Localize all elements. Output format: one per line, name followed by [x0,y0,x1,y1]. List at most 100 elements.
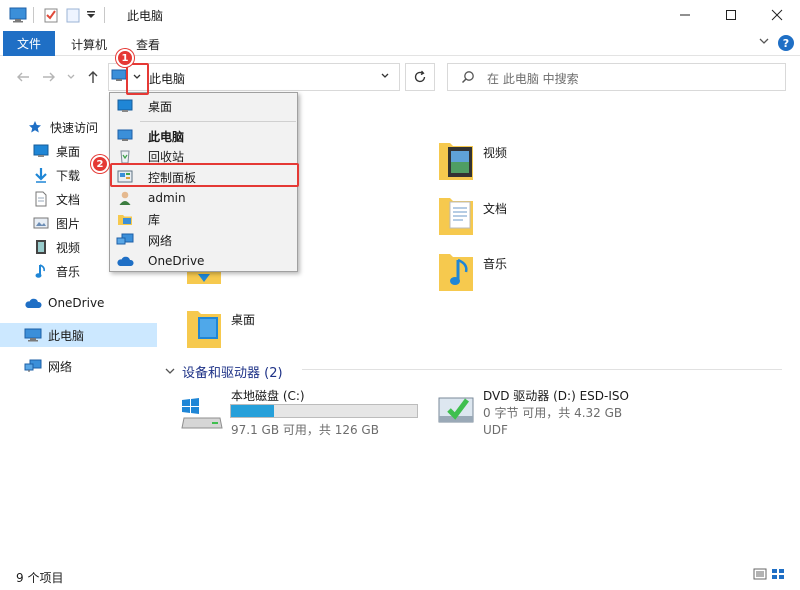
back-arrow-icon[interactable] [14,68,32,86]
star-icon [26,119,44,135]
sidebar-label: 音乐 [56,264,81,279]
video-folder-icon [439,143,473,180]
document-icon [32,191,50,207]
expand-ribbon-chevron-icon[interactable] [758,35,770,50]
local-disk-icon[interactable] [180,396,224,435]
close-button[interactable] [754,0,800,30]
highlight-box-dropdown [126,63,149,95]
sidebar-item-network[interactable]: 网络 [24,355,72,377]
sidebar-item-onedrive[interactable]: OneDrive [24,292,104,314]
computer-icon [111,69,127,86]
menu-item-this-pc[interactable]: 此电脑 [110,126,297,146]
menu-label: 此电脑 [148,129,185,144]
devices-section-header[interactable]: 设备和驱动器 (2) [164,361,283,381]
tab-view[interactable]: 查看 [136,36,160,53]
menu-separator [140,121,296,122]
desktop-folder-icon [187,311,221,348]
address-chevron-icon[interactable] [380,70,390,84]
menu-item-libraries[interactable]: 库 [110,209,297,229]
network-icon [24,358,42,374]
download-arrow-icon [32,167,50,183]
section-title: 设备和驱动器 (2) [182,365,283,381]
menu-label: 回收站 [148,149,185,164]
sidebar-label: 快速访问 [50,120,99,135]
folder-label: 桌面 [231,313,256,327]
divider [302,369,782,370]
forward-arrow-icon[interactable] [40,68,58,86]
drive-usage-fill [231,405,274,417]
computer-icon [116,128,134,144]
cloud-icon [24,295,42,311]
sidebar-label: 图片 [56,216,81,231]
refresh-button[interactable] [405,63,435,91]
drive-filesystem: UDF [483,423,508,437]
folder-label: 音乐 [483,257,508,271]
desktop-icon [32,143,50,159]
menu-item-admin[interactable]: admin [110,188,297,208]
menu-label: 网络 [148,233,173,248]
separator [33,7,34,23]
documents-folder-icon [439,198,473,235]
folder-documents[interactable] [438,190,474,240]
sidebar-item-pictures[interactable]: 图片 [32,212,147,234]
new-folder-icon[interactable] [63,6,83,24]
window-title: 此电脑 [127,9,164,23]
details-view-icon[interactable] [753,568,767,583]
sidebar-item-desktop[interactable]: 桌面 [32,140,147,162]
recycle-bin-icon [116,148,134,164]
address-path: 此电脑 [149,72,186,86]
highlight-box-control-panel [110,163,299,187]
sidebar-item-quick-access[interactable]: 快速访问 [26,116,98,138]
video-icon [32,239,50,255]
sidebar-label: 文档 [56,192,81,207]
sidebar-item-downloads[interactable]: 下载 [32,164,147,186]
folder-desktop[interactable] [186,303,222,353]
library-icon [116,211,134,227]
menu-item-network[interactable]: 网络 [110,230,297,250]
collapse-chevron-icon [165,368,175,374]
user-icon [116,190,134,206]
music-folder-icon [439,254,473,291]
large-icons-view-icon[interactable] [771,568,785,583]
sidebar-item-this-pc[interactable]: 此电脑 [24,324,84,346]
search-icon [461,70,475,87]
pictures-icon [32,215,50,231]
menu-label: OneDrive [148,254,205,268]
cloud-icon [116,253,134,269]
music-note-icon [32,263,50,279]
drive-free-space: 97.1 GB 可用，共 126 GB [231,423,379,437]
drive-name: DVD 驱动器 (D:) ESD-ISO [483,389,629,403]
sidebar-item-music[interactable]: 音乐 [32,260,80,282]
sidebar-label: 网络 [48,359,73,374]
maximize-button[interactable] [708,0,754,30]
download-folder-icon [186,272,222,291]
separator [104,7,105,23]
sidebar-label: 桌面 [56,144,81,159]
menu-label: 桌面 [148,99,173,114]
menu-label: admin [148,191,186,205]
customize-toolbar-icon[interactable] [84,6,98,24]
sidebar-item-documents[interactable]: 文档 [32,188,147,210]
recent-locations-chevron-icon[interactable] [62,68,80,86]
tab-file[interactable]: 文件 [3,31,55,56]
drive-free-space: 0 字节 可用，共 4.32 GB [483,406,623,420]
properties-icon[interactable] [41,6,61,24]
folder-label: 视频 [483,146,508,160]
sidebar-item-videos[interactable]: 视频 [32,236,80,258]
menu-item-onedrive[interactable]: OneDrive [110,251,297,271]
menu-item-desktop[interactable]: 桌面 [110,96,297,116]
dvd-drive-icon[interactable] [437,392,475,431]
status-item-count: 9 个项目 [16,571,64,585]
folder-videos[interactable] [438,135,474,185]
sidebar-label: 此电脑 [48,328,85,343]
desktop-icon [116,98,134,114]
menu-label: 库 [148,212,161,227]
tab-computer[interactable]: 计算机 [71,36,107,53]
help-icon[interactable]: ? [778,35,794,51]
up-arrow-icon[interactable] [84,68,102,86]
minimize-button[interactable] [662,0,708,30]
folder-music[interactable] [438,246,474,296]
title-bar: 此电脑 [0,0,800,30]
folder-label: 文档 [483,202,508,216]
network-icon [116,232,134,248]
